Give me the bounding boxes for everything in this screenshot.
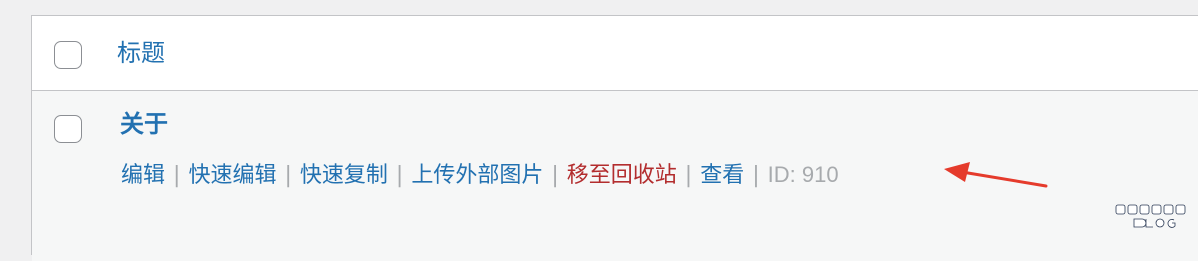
separator: | [551, 163, 559, 188]
quick-edit-link[interactable]: 快速编辑 [188, 163, 276, 188]
posts-list-table: 标题 关于 编辑 | 快速编辑 | 快速复制 | 上传外部图片 | 移至回收站 | 查看 | ID: 9… [31, 15, 1198, 261]
quick-copy-link[interactable]: 快速复制 [300, 163, 388, 188]
post-id-label: ID: 910 [767, 162, 839, 187]
separator: | [173, 163, 181, 188]
row-select-checkbox[interactable] [54, 115, 82, 143]
separator: | [684, 163, 693, 188]
select-all-checkbox[interactable] [54, 41, 82, 69]
move-to-trash-link[interactable]: 移至回收站 [567, 163, 677, 188]
upload-external-images-link[interactable]: 上传外部图片 [411, 163, 543, 188]
title-column-header[interactable]: 标题 [117, 36, 165, 70]
separator: | [395, 163, 404, 188]
table-header-row: 标题 [32, 16, 1198, 91]
separator: | [752, 163, 760, 188]
edit-link[interactable]: 编辑 [121, 163, 165, 188]
red-arrow-pointing-left-icon [944, 162, 1048, 188]
separator: | [284, 163, 292, 188]
row-actions: 编辑 | 快速编辑 | 快速复制 | 上传外部图片 | 移至回收站 | 查看 | ID: 910 [121, 159, 839, 192]
view-link[interactable]: 查看 [700, 163, 744, 188]
blog-watermark-logo [1114, 203, 1186, 233]
post-title-link[interactable]: 关于 [120, 107, 168, 141]
